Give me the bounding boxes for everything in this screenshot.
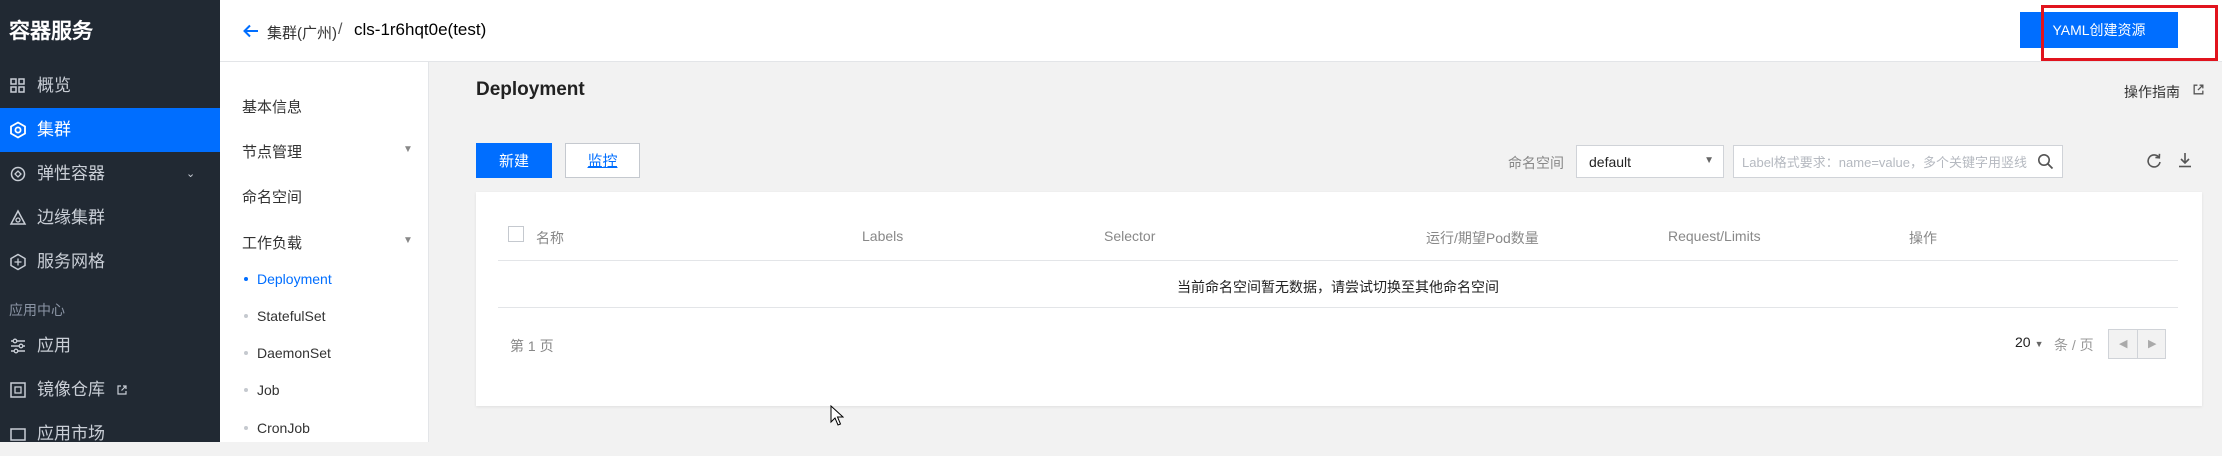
page-title: Deployment [476, 79, 585, 100]
sidebar-item-label: 边缘集群 [37, 208, 105, 227]
cluster-icon [10, 121, 26, 139]
column-header-selector: Selector [1104, 228, 1156, 244]
column-header-pod-count: 运行/期望Pod数量 [1426, 230, 1539, 246]
namespace-label: 命名空间 [1508, 155, 1564, 171]
external-link-icon [117, 385, 127, 395]
refresh-icon[interactable] [2145, 152, 2163, 170]
sidebar-item-label: 概览 [37, 76, 71, 95]
sidebar-item-label: 应用市场 [37, 424, 105, 443]
sidebar-item-label: 应用 [37, 336, 71, 355]
column-header-name[interactable]: 名称 [536, 228, 564, 248]
empty-table-message: 当前命名空间暂无数据，请尝试切换至其他命名空间 [498, 261, 2178, 308]
per-page-label: 条 / 页 [2054, 337, 2094, 353]
sidebar: 容器服务 概览 集群 弹性容器 ⌄ 边缘集群 服务网格 应用中心 应用 镜像仓库… [0, 0, 220, 443]
bullet-icon [244, 314, 248, 318]
caret-down-icon: ▼ [403, 235, 413, 246]
edge-cluster-icon [9, 209, 27, 225]
sidebar-item-label: 弹性容器 [37, 164, 105, 183]
subnav-child-daemonset[interactable]: DaemonSet [244, 345, 331, 361]
search-input[interactable] [1734, 146, 2034, 179]
subnav-item-namespace[interactable]: 命名空间 [242, 186, 302, 207]
subnav-item-basic-info[interactable]: 基本信息 [242, 96, 302, 117]
sidebar-item-edge-cluster[interactable]: 边缘集群 [0, 196, 220, 240]
sidebar-item-cluster[interactable]: 集群 [0, 108, 220, 152]
subnav-child-statefulset[interactable]: StatefulSet [244, 308, 326, 324]
download-icon[interactable] [2176, 151, 2194, 169]
sidebar-section-label: 应用中心 [9, 302, 65, 318]
previous-page-icon[interactable]: ◀ [2119, 337, 2127, 350]
bullet-icon [244, 388, 248, 392]
pager-divider [2137, 330, 2138, 358]
monitor-button[interactable]: 监控 [565, 143, 640, 178]
subnav-child-deployment[interactable]: Deployment [244, 271, 332, 287]
column-header-actions: 操作 [1909, 230, 1937, 246]
sidebar-item-overview[interactable]: 概览 [0, 64, 220, 108]
label-search-field [1733, 145, 2063, 179]
namespace-select-value: default [1589, 154, 1632, 170]
subnav-child-label: Deployment [257, 271, 332, 287]
cluster-subnav: 基本信息 节点管理 ▼ 命名空间 工作负载 ▼ Deployment State… [220, 62, 429, 442]
breadcrumb-parent-link[interactable]: 集群(广州) [267, 22, 337, 43]
next-page-icon[interactable]: ▶ [2148, 337, 2156, 350]
sidebar-item-elastic-container[interactable]: 弹性容器 ⌄ [0, 152, 220, 196]
subnav-child-label: Job [257, 382, 280, 398]
column-header-labels: Labels [862, 228, 904, 244]
bullet-icon [244, 351, 248, 355]
service-mesh-icon [10, 253, 26, 271]
sidebar-item-image-registry[interactable]: 镜像仓库 [0, 368, 220, 412]
select-all-checkbox[interactable] [508, 226, 524, 242]
top-header: 集群(广州) / cls-1r6hqt0e(test) YAML创建资源 [220, 0, 2222, 62]
chevron-down-icon: ⌄ [186, 168, 196, 180]
subnav-child-label: CronJob [257, 420, 310, 436]
external-link-icon [2193, 84, 2204, 95]
subnav-child-label: StatefulSet [257, 308, 326, 324]
page-indicator: 第 1 页 [510, 338, 554, 354]
bullet-icon [244, 277, 248, 281]
guide-link-label: 操作指南 [2124, 84, 2180, 100]
breadcrumb-current: cls-1r6hqt0e(test) [354, 20, 487, 39]
highlight-annotation [2041, 5, 2218, 61]
pagination-buttons: ◀ ▶ [2108, 329, 2166, 359]
column-header-request-limits: Request/Limits [1668, 228, 1761, 244]
new-button[interactable]: 新建 [476, 143, 552, 178]
mouse-cursor-icon [830, 405, 844, 426]
subnav-child-job[interactable]: Job [244, 382, 280, 398]
sidebar-item-label: 镜像仓库 [37, 380, 105, 399]
subnav-item-node-management[interactable]: 节点管理 [242, 141, 302, 162]
brand-title: 容器服务 [9, 20, 93, 43]
sidebar-item-service-mesh[interactable]: 服务网格 [0, 240, 220, 284]
sidebar-item-label: 服务网格 [37, 252, 105, 271]
caret-down-icon: ▼ [2034, 339, 2044, 349]
bullet-icon [244, 426, 248, 430]
subnav-child-label: DaemonSet [257, 345, 331, 361]
search-icon[interactable] [2037, 153, 2054, 170]
sidebar-item-app[interactable]: 应用 [0, 324, 220, 368]
back-arrow-icon[interactable] [242, 22, 260, 40]
market-icon [10, 428, 26, 441]
page-size-select[interactable]: 20 ▼ [2015, 334, 2044, 350]
table-header: 名称 Labels Selector 运行/期望Pod数量 Request/Li… [498, 192, 2178, 261]
elastic-container-icon [10, 166, 26, 182]
sidebar-item-market[interactable]: 应用市场 [0, 412, 220, 456]
caret-down-icon: ▼ [1704, 155, 1714, 166]
sidebar-item-label: 集群 [37, 120, 71, 139]
namespace-select[interactable]: default ▼ [1576, 145, 1724, 178]
deployment-table-card: 名称 Labels Selector 运行/期望Pod数量 Request/Li… [476, 192, 2202, 406]
caret-down-icon: ▼ [403, 144, 413, 155]
grid-icon [10, 78, 25, 93]
breadcrumb-separator: / [338, 21, 343, 38]
subnav-child-cronjob[interactable]: CronJob [244, 420, 310, 436]
subnav-item-workload[interactable]: 工作负载 [242, 232, 302, 253]
operation-guide-link[interactable]: 操作指南 [2124, 82, 2204, 102]
image-registry-icon [10, 382, 26, 398]
page-size-value: 20 [2015, 334, 2031, 350]
app-icon [11, 338, 25, 354]
